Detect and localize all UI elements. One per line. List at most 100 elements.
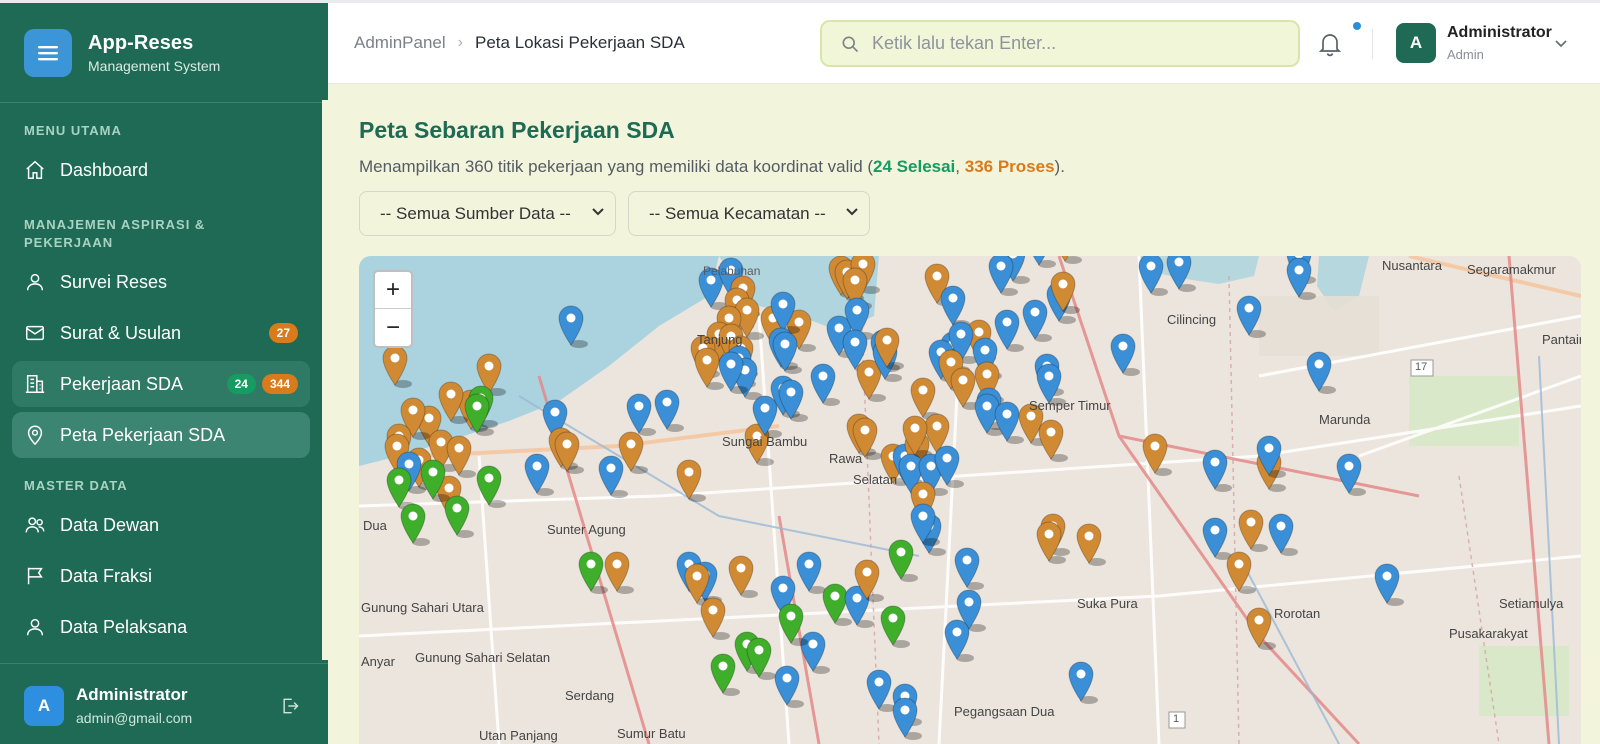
district-filter-value: -- Semua Kecamatan -- xyxy=(649,203,826,223)
breadcrumb-current: Peta Lokasi Pekerjaan SDA xyxy=(475,33,685,52)
desc-process-count: 336 Proses xyxy=(964,157,1055,176)
sidebar-item-data-pelaksana[interactable]: Data Pelaksana xyxy=(12,604,310,650)
chevron-down-icon xyxy=(846,208,858,216)
sidebar-user-name: Administrator xyxy=(76,685,188,704)
map-label-selatan: Selatan xyxy=(853,472,898,487)
map-label-sumur-batu: Sumur Batu xyxy=(617,726,686,741)
pekerjaan-process-badge: 344 xyxy=(261,374,298,394)
district-filter-select[interactable]: -- Semua Kecamatan -- xyxy=(628,191,870,236)
desc-done-count: 24 Selesai xyxy=(873,157,956,176)
map-container[interactable]: Nusantara Segaramakmur Pantaim Pelabuhan… xyxy=(359,256,1581,744)
sidebar-item-label: Peta Pekerjaan SDA xyxy=(60,424,226,445)
sidebar: App-Reses Management System MENU UTAMA D… xyxy=(0,3,328,744)
chevron-down-icon xyxy=(592,208,604,216)
app-title: App-Reses xyxy=(88,31,194,54)
zoom-control: + − xyxy=(373,270,413,348)
sidebar-item-label: Dashboard xyxy=(60,159,149,180)
mail-icon xyxy=(26,325,44,341)
sidebar-item-peta-pekerjaan-sda[interactable]: Peta Pekerjaan SDA xyxy=(12,412,310,458)
map-label-suka-pura: Suka Pura xyxy=(1077,596,1138,611)
chevron-right-icon: › xyxy=(457,34,463,51)
app-subtitle: Management System xyxy=(88,57,221,74)
menu-toggle-button[interactable] xyxy=(24,28,72,77)
map-label-gunung-sahari-utara: Gunung Sahari Utara xyxy=(361,600,484,615)
map-label-marunda: Marunda xyxy=(1319,412,1371,427)
building-icon xyxy=(25,375,45,393)
sidebar-item-label: Survei Reses xyxy=(60,271,168,292)
search-box xyxy=(820,20,1300,67)
sidebar-user-panel: A Administrator admin@gmail.com xyxy=(0,663,328,744)
map-label-nusantara: Nusantara xyxy=(1382,258,1442,273)
page-description: Menampilkan 360 titik pekerjaan yang mem… xyxy=(359,157,1065,177)
header-divider xyxy=(1372,29,1373,59)
user-icon xyxy=(26,273,44,291)
users-icon xyxy=(25,517,45,533)
notification-dot xyxy=(1353,22,1361,30)
search-input[interactable] xyxy=(872,33,1292,54)
surat-count-badge: 27 xyxy=(268,323,298,343)
map-label-semper-timur: Semper Timur xyxy=(1029,398,1111,413)
header-user-name[interactable]: Administrator xyxy=(1447,24,1552,42)
map-label-dua: Dua xyxy=(363,518,387,533)
sidebar-user-email: admin@gmail.com xyxy=(76,710,193,726)
sidebar-item-surat-usulan[interactable]: Surat & Usulan 27 xyxy=(12,310,310,356)
section-aspirasi-line2: PEKERJAAN xyxy=(24,235,114,250)
page-title: Peta Sebaran Pekerjaan SDA xyxy=(359,117,675,143)
map-label-serdang: Serdang xyxy=(565,688,615,703)
top-border xyxy=(0,0,1600,3)
map-label-segaramakmur: Segaramakmur xyxy=(1467,262,1556,277)
desc-prefix: Menampilkan 360 titik pekerjaan yang mem… xyxy=(359,157,874,176)
sidebar-item-label: Data Fraksi xyxy=(60,565,153,586)
map-label-cilincing: Cilincing xyxy=(1167,312,1217,327)
zoom-out-button[interactable]: − xyxy=(375,309,411,346)
header-avatar[interactable]: A xyxy=(1396,23,1436,63)
user-icon xyxy=(26,618,44,636)
desc-sep: , xyxy=(955,157,965,176)
bell-icon[interactable] xyxy=(1318,31,1342,57)
chevron-down-icon[interactable] xyxy=(1554,39,1568,49)
map-label-pusakarakyat: Pusakarakyat xyxy=(1449,626,1528,641)
map-label-anyar: Anyar xyxy=(361,654,395,669)
map-label-pantai: Pantaim xyxy=(1542,332,1581,347)
sidebar-item-survei-reses[interactable]: Survei Reses xyxy=(12,259,310,305)
sidebar-item-data-fraksi[interactable]: Data Fraksi xyxy=(12,553,310,599)
brand: App-Reses Management System xyxy=(0,3,328,103)
map-label-tanjung: Tanjung xyxy=(697,332,743,347)
sidebar-item-dashboard[interactable]: Dashboard xyxy=(12,147,310,193)
road-shield-17: 17 xyxy=(1415,361,1428,373)
source-filter-value: -- Semua Sumber Data -- xyxy=(380,203,571,223)
source-filter-select[interactable]: -- Semua Sumber Data -- xyxy=(359,191,616,236)
map-label-pelabuhan: Pelabuhan xyxy=(703,264,761,278)
section-master-label: MASTER DATA xyxy=(24,478,128,493)
breadcrumb-root[interactable]: AdminPanel xyxy=(354,33,446,53)
map-label-sungai-bambu: Sungai Bambu xyxy=(722,434,808,449)
road-shield-1: 1 xyxy=(1173,713,1180,725)
avatar: A xyxy=(24,685,64,726)
map-label-gunung-sahari-selatan: Gunung Sahari Selatan xyxy=(415,650,551,665)
home-icon xyxy=(26,160,44,179)
map-label-pegangsaan-dua: Pegangsaan Dua xyxy=(954,704,1055,719)
desc-suffix: ). xyxy=(1054,157,1065,176)
map-tiles xyxy=(359,256,1581,744)
sidebar-item-pekerjaan-sda[interactable]: Pekerjaan SDA 24 344 xyxy=(12,361,310,407)
flag-icon xyxy=(27,567,43,585)
sidebar-item-label: Data Dewan xyxy=(60,514,160,535)
sidebar-item-label: Data Pelaksana xyxy=(60,616,188,637)
map-label-setiamulya: Setiamulya xyxy=(1499,596,1564,611)
zoom-in-button[interactable]: + xyxy=(375,272,411,309)
map-label-rorotan: Rorotan xyxy=(1274,606,1321,621)
map-pin-icon xyxy=(27,425,43,446)
sidebar-item-label: Pekerjaan SDA xyxy=(60,373,184,394)
section-aspirasi-label: MANAJEMEN ASPIRASI & PEKERJAAN xyxy=(0,216,229,252)
map-label-sunter-agung: Sunter Agung xyxy=(547,522,626,537)
section-aspirasi-line1: MANAJEMEN ASPIRASI & xyxy=(24,217,206,232)
pekerjaan-done-badge: 24 xyxy=(226,374,256,394)
sidebar-item-data-dewan[interactable]: Data Dewan xyxy=(12,502,310,548)
logout-icon[interactable] xyxy=(280,696,300,716)
map-label-utan-panjang: Utan Panjang xyxy=(479,728,558,743)
sidebar-scrollbar[interactable] xyxy=(322,100,328,660)
sidebar-item-label: Surat & Usulan xyxy=(60,322,182,343)
hamburger-icon xyxy=(38,45,58,60)
top-header: AdminPanel › Peta Lokasi Pekerjaan SDA A… xyxy=(328,3,1600,84)
section-main-label: MENU UTAMA xyxy=(24,123,122,138)
